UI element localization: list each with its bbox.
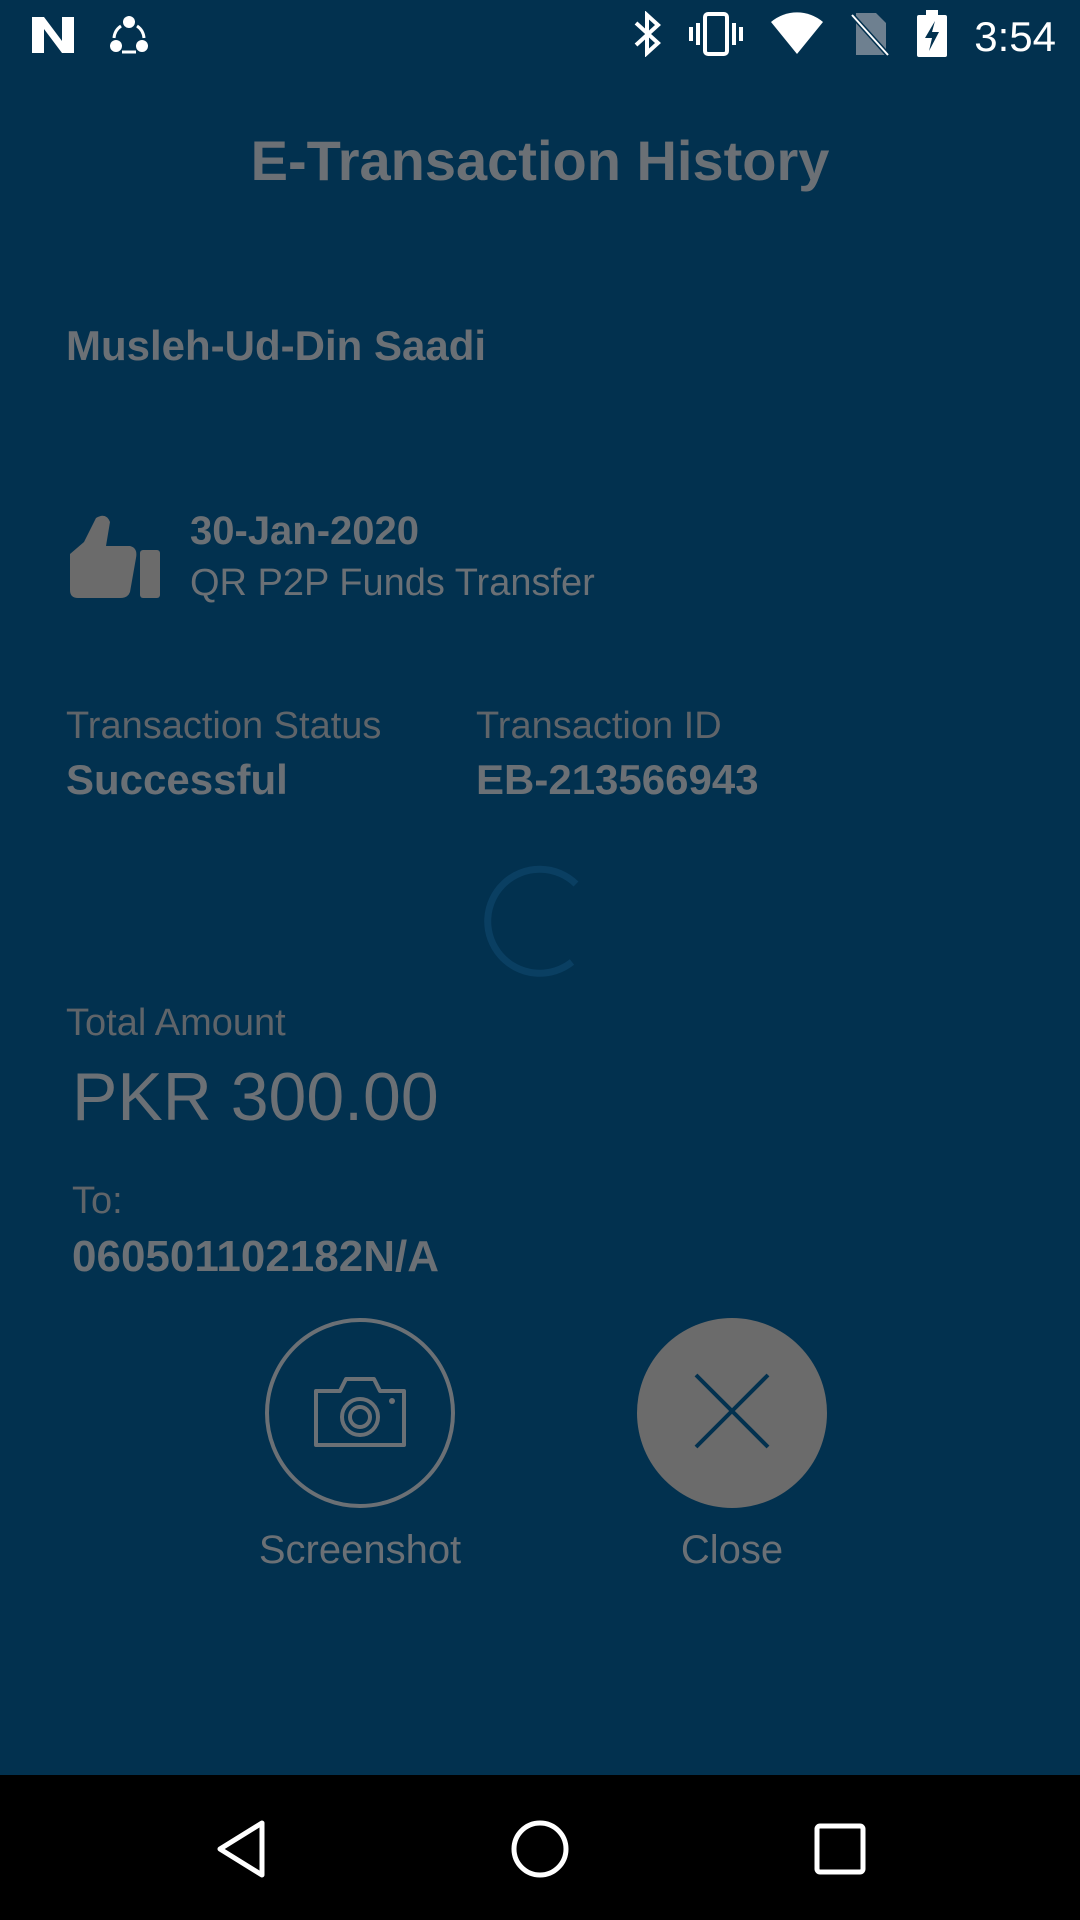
page-title: E-Transaction History: [250, 129, 830, 192]
close-circle[interactable]: [637, 1318, 827, 1508]
wifi-icon: [770, 12, 824, 61]
total-amount-value: PKR 300.00: [72, 1059, 439, 1135]
screenshot-circle[interactable]: [265, 1318, 455, 1508]
transaction-status-label: Transaction Status: [66, 705, 382, 747]
navigation-bar: [0, 1775, 1080, 1920]
transaction-type: QR P2P Funds Transfer: [190, 562, 595, 604]
transaction-id-block: Transaction ID EB-213566943: [476, 705, 759, 804]
battery-charging-icon: [916, 10, 948, 63]
status-time: 3:54: [974, 12, 1056, 60]
thumbs-up-icon: [66, 512, 162, 602]
close-button[interactable]: Close: [620, 1318, 844, 1573]
no-sim-icon: [850, 11, 891, 62]
camera-icon: [312, 1373, 408, 1454]
n-notification-icon: [30, 15, 76, 60]
customer-name: Musleh-Ud-Din Saadi: [66, 322, 487, 369]
share-sync-icon: [108, 14, 150, 61]
loading-spinner-icon: [476, 862, 586, 982]
screenshot-button[interactable]: Screenshot: [250, 1318, 470, 1573]
total-amount-label: Total Amount: [66, 1002, 286, 1044]
bluetooth-icon: [632, 10, 662, 62]
close-label: Close: [680, 1528, 784, 1572]
transaction-id-value: EB-213566943: [476, 756, 759, 803]
transaction-id-label: Transaction ID: [476, 705, 722, 747]
status-bar: 3:54: [0, 0, 1080, 72]
vibrate-icon: [688, 11, 744, 62]
recipient-account: 060501102182N/A: [72, 1232, 439, 1281]
recents-icon[interactable]: [808, 1817, 872, 1881]
close-icon: [692, 1371, 772, 1456]
home-icon[interactable]: [508, 1817, 572, 1881]
transaction-status-block: Transaction Status Successful: [66, 705, 381, 804]
transaction-header: 30-Jan-2020 QR P2P Funds Transfer: [66, 505, 595, 609]
transaction-date: 30-Jan-2020: [190, 509, 420, 553]
transaction-status-value: Successful: [66, 756, 288, 803]
screenshot-label: Screenshot: [258, 1528, 462, 1572]
back-icon[interactable]: [212, 1817, 276, 1881]
recipient-label: To:: [72, 1180, 123, 1222]
